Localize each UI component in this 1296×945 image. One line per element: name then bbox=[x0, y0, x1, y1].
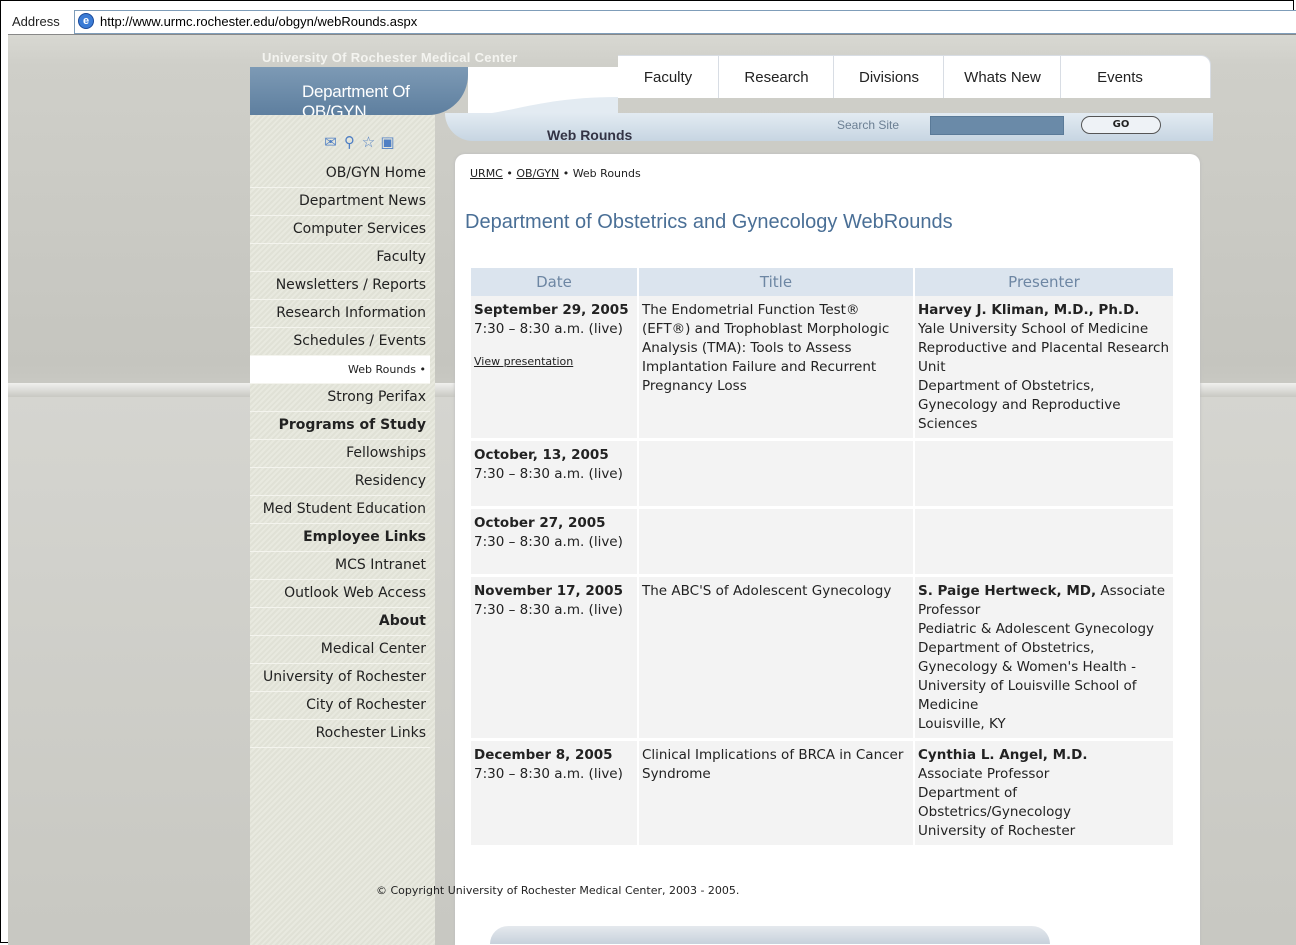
table-row: December 8, 2005 7:30 – 8:30 a.m. (live)… bbox=[471, 739, 1175, 848]
address-bar: Address e http://www.urmc.rochester.edu/… bbox=[8, 10, 1296, 35]
row-time: 7:30 – 8:30 a.m. (live) bbox=[474, 466, 623, 482]
sidebar: ✉ ⚲ ☆ ▣ OB/GYN Home Department News Compute… bbox=[250, 115, 435, 945]
row-date-cell: September 29, 2005 7:30 – 8:30 a.m. (liv… bbox=[471, 296, 639, 441]
row-date-cell: November 17, 2005 7:30 – 8:30 a.m. (live… bbox=[471, 575, 639, 741]
sidebar-item-newsletters[interactable]: Newsletters / Reports bbox=[250, 272, 430, 300]
row-date: September 29, 2005 bbox=[474, 302, 629, 318]
page-title: Department of Obstetrics and Gynecology … bbox=[465, 211, 953, 233]
row-title: The Endometrial Function Test® (EFT®) an… bbox=[638, 296, 915, 441]
view-presentation-link[interactable]: View presentation bbox=[474, 352, 573, 371]
presenter-name: S. Paige Hertweck, MD, bbox=[918, 583, 1097, 599]
sidebar-item-web-rounds[interactable]: Web Rounds • bbox=[250, 356, 430, 384]
row-date-cell: December 8, 2005 7:30 – 8:30 a.m. (live) bbox=[471, 739, 639, 848]
sidebar-item-schedules-events[interactable]: Schedules / Events bbox=[250, 328, 430, 356]
nav-faculty[interactable]: Faculty bbox=[618, 56, 718, 98]
row-time: 7:30 – 8:30 a.m. (live) bbox=[474, 766, 623, 782]
search-go-button[interactable]: GO bbox=[1081, 116, 1161, 134]
row-presenter-cell: Harvey J. Kliman, M.D., Ph.D. Yale Unive… bbox=[914, 296, 1175, 441]
sidebar-item-outlook-web-access[interactable]: Outlook Web Access bbox=[250, 580, 430, 608]
sidebar-item-medical-center[interactable]: Medical Center bbox=[250, 636, 430, 664]
row-date-cell: October, 13, 2005 7:30 – 8:30 a.m. (live… bbox=[471, 439, 639, 509]
header-title: Title bbox=[638, 268, 915, 296]
presenter-name: Cynthia L. Angel, M.D. bbox=[918, 747, 1088, 763]
sidebar-item-rochester-links[interactable]: Rochester Links bbox=[250, 720, 430, 748]
top-navigation: Faculty Research Divisions Whats New Eve… bbox=[618, 55, 1211, 98]
search-label: Search Site bbox=[837, 118, 900, 132]
table-row: September 29, 2005 7:30 – 8:30 a.m. (liv… bbox=[471, 296, 1175, 441]
content-panel: URMC • OB/GYN • Web Rounds Department of… bbox=[455, 154, 1200, 945]
table-row: October 27, 2005 7:30 – 8:30 a.m. (live) bbox=[471, 507, 1175, 577]
sidebar-item-university-of-rochester[interactable]: University of Rochester bbox=[250, 664, 430, 692]
sidebar-menu: OB/GYN Home Department News Computer Ser… bbox=[250, 160, 430, 748]
row-date: October 27, 2005 bbox=[474, 515, 606, 531]
nav-divisions[interactable]: Divisions bbox=[833, 56, 944, 98]
breadcrumb-current: Web Rounds bbox=[572, 167, 641, 180]
row-time: 7:30 – 8:30 a.m. (live) bbox=[474, 534, 623, 550]
presenter-name: Harvey J. Kliman, M.D., Ph.D. bbox=[918, 302, 1140, 318]
row-presenter-cell: Cynthia L. Angel, M.D. Associate Profess… bbox=[914, 739, 1175, 848]
breadcrumb-obgyn[interactable]: OB/GYN bbox=[516, 167, 559, 180]
footer-bar bbox=[490, 926, 1050, 944]
row-title: The ABC'S of Adolescent Gynecology bbox=[638, 575, 915, 741]
department-banner[interactable]: Department Of OB/GYN bbox=[250, 67, 468, 121]
row-date: December 8, 2005 bbox=[474, 747, 613, 763]
breadcrumb-urmc[interactable]: URMC bbox=[470, 167, 503, 180]
copyright: © Copyright University of Rochester Medi… bbox=[376, 884, 740, 897]
print-icon[interactable]: ▣ bbox=[379, 135, 396, 150]
search-icon[interactable]: ⚲ bbox=[341, 135, 358, 150]
sidebar-item-mcs-intranet[interactable]: MCS Intranet bbox=[250, 552, 430, 580]
row-date-cell: October 27, 2005 7:30 – 8:30 a.m. (live) bbox=[471, 507, 639, 577]
mail-icon[interactable]: ✉ bbox=[322, 135, 339, 150]
sidebar-item-med-student-education[interactable]: Med Student Education bbox=[250, 496, 430, 524]
row-title bbox=[638, 507, 915, 577]
sidebar-item-strong-perifax[interactable]: Strong Perifax bbox=[250, 384, 430, 412]
row-date: October, 13, 2005 bbox=[474, 447, 609, 463]
site-container: University Of Rochester Medical Center D… bbox=[250, 47, 1215, 945]
address-url[interactable]: http://www.urmc.rochester.edu/obgyn/webR… bbox=[100, 14, 417, 29]
ie-page-icon: e bbox=[78, 13, 94, 29]
search-input[interactable] bbox=[930, 116, 1064, 135]
sidebar-item-city-of-rochester[interactable]: City of Rochester bbox=[250, 692, 430, 720]
sidebar-tools: ✉ ⚲ ☆ ▣ bbox=[322, 132, 398, 152]
nav-events[interactable]: Events bbox=[1060, 56, 1179, 98]
row-title: Clinical Implications of BRCA in Cancer … bbox=[638, 739, 915, 848]
row-presenter-cell bbox=[914, 439, 1175, 509]
header-date: Date bbox=[471, 268, 639, 296]
header-presenter: Presenter bbox=[914, 268, 1175, 296]
nav-research[interactable]: Research bbox=[718, 56, 834, 98]
breadcrumb: URMC • OB/GYN • Web Rounds bbox=[470, 167, 641, 180]
sidebar-item-fellowships[interactable]: Fellowships bbox=[250, 440, 430, 468]
sidebar-item-department-news[interactable]: Department News bbox=[250, 188, 430, 216]
sidebar-heading-employee-links: Employee Links bbox=[250, 524, 430, 552]
nav-whats-new[interactable]: Whats New bbox=[943, 56, 1061, 98]
table-header-row: Date Title Presenter bbox=[471, 268, 1175, 296]
row-time: 7:30 – 8:30 a.m. (live) bbox=[474, 321, 623, 337]
sidebar-item-research-information[interactable]: Research Information bbox=[250, 300, 430, 328]
section-title: Web Rounds bbox=[547, 127, 633, 143]
star-icon[interactable]: ☆ bbox=[360, 135, 377, 150]
sidebar-item-residency[interactable]: Residency bbox=[250, 468, 430, 496]
header-curve bbox=[468, 97, 618, 115]
address-label: Address bbox=[12, 14, 60, 29]
sidebar-heading-programs: Programs of Study bbox=[250, 412, 430, 440]
row-title bbox=[638, 439, 915, 509]
webrounds-table: Date Title Presenter September 29, 2005 … bbox=[471, 268, 1175, 848]
university-title: University Of Rochester Medical Center bbox=[262, 50, 518, 65]
sidebar-item-computer-services[interactable]: Computer Services bbox=[250, 216, 430, 244]
row-time: 7:30 – 8:30 a.m. (live) bbox=[474, 602, 623, 618]
table-row: November 17, 2005 7:30 – 8:30 a.m. (live… bbox=[471, 575, 1175, 741]
row-date: November 17, 2005 bbox=[474, 583, 623, 599]
row-presenter-cell: S. Paige Hertweck, MD, Associate Profess… bbox=[914, 575, 1175, 741]
sidebar-heading-about: About bbox=[250, 608, 430, 636]
sidebar-item-obgyn-home[interactable]: OB/GYN Home bbox=[250, 160, 430, 188]
sidebar-item-faculty[interactable]: Faculty bbox=[250, 244, 430, 272]
table-row: October, 13, 2005 7:30 – 8:30 a.m. (live… bbox=[471, 439, 1175, 509]
row-presenter-cell bbox=[914, 507, 1175, 577]
